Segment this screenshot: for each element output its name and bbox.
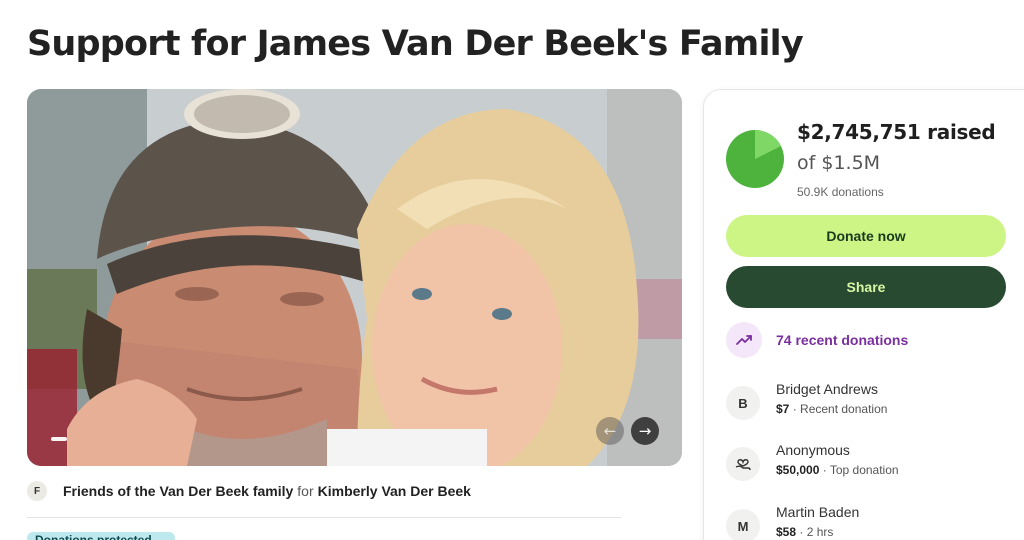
- donor-meta: $58 · 2 hrs: [776, 522, 859, 540]
- arrow-right-icon[interactable]: →: [631, 417, 659, 445]
- recent-donations[interactable]: 74 recent donations: [726, 322, 908, 358]
- donate-now-button[interactable]: Donate now: [726, 215, 1006, 257]
- donor-note: · Top donation: [819, 463, 899, 477]
- organizer-line: F Friends of the Van Der Beek family for…: [27, 481, 471, 501]
- prev-glyph: ←: [603, 422, 617, 440]
- campaign-photo[interactable]: ← →: [27, 89, 682, 466]
- donor-item: B Bridget Andrews $7 · Recent donation: [726, 380, 887, 420]
- carousel-dot-active[interactable]: [51, 437, 67, 441]
- donor-amount: $50,000: [776, 463, 820, 477]
- next-glyph: →: [638, 422, 652, 440]
- fundraiser-page: Support for James Van Der Beek's Family: [0, 0, 1024, 540]
- heart-hand-icon: [726, 447, 760, 481]
- trending-up-icon: [726, 322, 762, 358]
- progress-ring-icon: [726, 130, 784, 188]
- donation-card: $2,745,751 raised of $1.5M 50.9K donatio…: [703, 89, 1024, 540]
- donor-avatar: B: [726, 386, 760, 420]
- donor-name: Bridget Andrews: [776, 381, 878, 397]
- donor-amount: $7: [776, 402, 790, 416]
- donor-avatar: M: [726, 509, 760, 540]
- beneficiary-name[interactable]: Kimberly Van Der Beek: [318, 483, 471, 499]
- arrow-left-icon[interactable]: ←: [596, 417, 624, 445]
- organizer-for-text: for: [297, 483, 314, 499]
- goal-amount: of $1.5M: [797, 152, 881, 174]
- donor-note: · 2 hrs: [796, 525, 834, 539]
- donor-note: · Recent donation: [789, 402, 888, 416]
- donor-meta: $7 · Recent donation: [776, 399, 887, 419]
- amount-raised: $2,745,751 raised: [797, 120, 996, 144]
- page-title: Support for James Van Der Beek's Family: [27, 24, 804, 64]
- donor-amount: $58: [776, 525, 797, 539]
- donor-name: Anonymous: [776, 442, 850, 458]
- photo-illustration: [27, 89, 682, 466]
- donor-item: Anonymous $50,000 · Top donation: [726, 441, 899, 481]
- donation-count: 50.9K donations: [797, 185, 884, 199]
- donor-name: Martin Baden: [776, 504, 860, 520]
- recent-donations-label: 74 recent donations: [776, 332, 909, 348]
- organizer-avatar[interactable]: F: [27, 481, 47, 501]
- donor-meta: $50,000 · Top donation: [776, 460, 899, 480]
- section-divider: [27, 517, 621, 518]
- share-button[interactable]: Share: [726, 266, 1006, 308]
- organizer-name[interactable]: Friends of the Van Der Beek family: [63, 483, 293, 499]
- donor-item: M Martin Baden $58 · 2 hrs: [726, 503, 859, 540]
- donation-protected-badge[interactable]: Donations protected: [27, 532, 175, 540]
